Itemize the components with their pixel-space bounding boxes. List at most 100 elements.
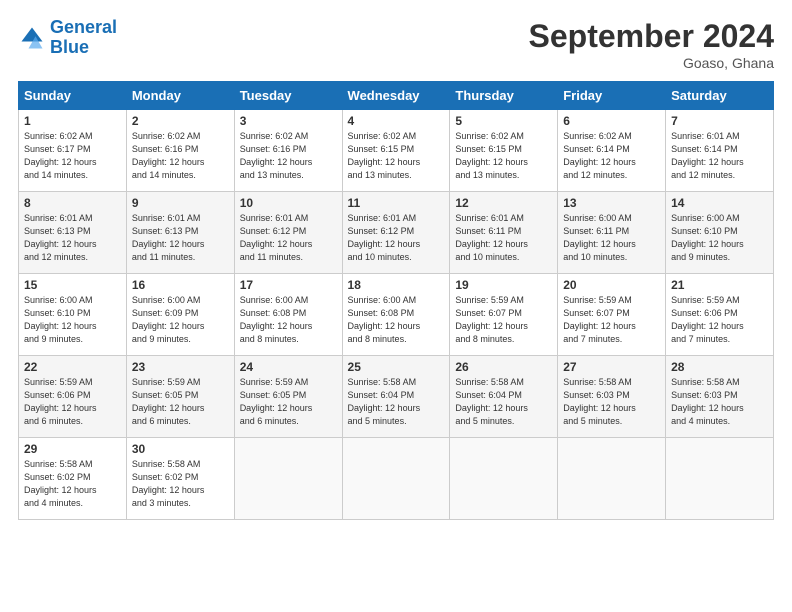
day-info: Sunrise: 5:59 AM Sunset: 6:05 PM Dayligh… — [132, 376, 229, 428]
day-info: Sunrise: 5:59 AM Sunset: 6:07 PM Dayligh… — [563, 294, 660, 346]
day-number: 2 — [132, 114, 229, 128]
day-info: Sunrise: 5:59 AM Sunset: 6:05 PM Dayligh… — [240, 376, 337, 428]
day-number: 5 — [455, 114, 552, 128]
day-info: Sunrise: 6:02 AM Sunset: 6:14 PM Dayligh… — [563, 130, 660, 182]
day-number: 23 — [132, 360, 229, 374]
calendar-cell: 18 Sunrise: 6:00 AM Sunset: 6:08 PM Dayli… — [342, 274, 450, 356]
title-block: September 2024 Goaso, Ghana — [529, 18, 774, 71]
page: General Blue September 2024 Goaso, Ghana… — [0, 0, 792, 612]
day-info: Sunrise: 6:02 AM Sunset: 6:17 PM Dayligh… — [24, 130, 121, 182]
day-number: 30 — [132, 442, 229, 456]
logo-icon — [18, 24, 46, 52]
day-number: 15 — [24, 278, 121, 292]
day-number: 1 — [24, 114, 121, 128]
day-info: Sunrise: 5:58 AM Sunset: 6:04 PM Dayligh… — [455, 376, 552, 428]
day-info: Sunrise: 5:58 AM Sunset: 6:03 PM Dayligh… — [563, 376, 660, 428]
day-info: Sunrise: 5:59 AM Sunset: 6:06 PM Dayligh… — [671, 294, 768, 346]
calendar-cell: 12 Sunrise: 6:01 AM Sunset: 6:11 PM Dayli… — [450, 192, 558, 274]
calendar-cell: 28 Sunrise: 5:58 AM Sunset: 6:03 PM Dayli… — [666, 356, 774, 438]
calendar-cell: 19 Sunrise: 5:59 AM Sunset: 6:07 PM Dayli… — [450, 274, 558, 356]
calendar-cell: 1 Sunrise: 6:02 AM Sunset: 6:17 PM Daylig… — [19, 110, 127, 192]
day-number: 10 — [240, 196, 337, 210]
calendar-cell: 21Sunrise: 5:59 AM Sunset: 6:06 PM Dayli… — [666, 274, 774, 356]
day-info: Sunrise: 6:00 AM Sunset: 6:08 PM Dayligh… — [348, 294, 445, 346]
calendar-cell — [558, 438, 666, 520]
day-info: Sunrise: 6:00 AM Sunset: 6:11 PM Dayligh… — [563, 212, 660, 264]
col-tuesday: Tuesday — [234, 82, 342, 110]
day-number: 27 — [563, 360, 660, 374]
day-number: 24 — [240, 360, 337, 374]
col-friday: Friday — [558, 82, 666, 110]
day-number: 13 — [563, 196, 660, 210]
calendar-table: Sunday Monday Tuesday Wednesday Thursday… — [18, 81, 774, 520]
day-info: Sunrise: 6:01 AM Sunset: 6:13 PM Dayligh… — [132, 212, 229, 264]
day-info: Sunrise: 6:02 AM Sunset: 6:16 PM Dayligh… — [132, 130, 229, 182]
day-info: Sunrise: 5:59 AM Sunset: 6:07 PM Dayligh… — [455, 294, 552, 346]
day-number: 7 — [671, 114, 768, 128]
day-number: 22 — [24, 360, 121, 374]
day-number: 4 — [348, 114, 445, 128]
day-info: Sunrise: 5:59 AM Sunset: 6:06 PM Dayligh… — [24, 376, 121, 428]
day-info: Sunrise: 6:00 AM Sunset: 6:10 PM Dayligh… — [671, 212, 768, 264]
month-title: September 2024 — [529, 18, 774, 55]
col-wednesday: Wednesday — [342, 82, 450, 110]
day-number: 17 — [240, 278, 337, 292]
calendar-cell: 2 Sunrise: 6:02 AM Sunset: 6:16 PM Daylig… — [126, 110, 234, 192]
day-number: 28 — [671, 360, 768, 374]
calendar-cell: 8 Sunrise: 6:01 AM Sunset: 6:13 PM Daylig… — [19, 192, 127, 274]
calendar-week-row-3: 15 Sunrise: 6:00 AM Sunset: 6:10 PM Dayli… — [19, 274, 774, 356]
day-info: Sunrise: 5:58 AM Sunset: 6:02 PM Dayligh… — [24, 458, 121, 510]
calendar-cell: 30 Sunrise: 5:58 AM Sunset: 6:02 PM Dayli… — [126, 438, 234, 520]
day-info: Sunrise: 6:01 AM Sunset: 6:14 PM Dayligh… — [671, 130, 768, 182]
calendar-cell — [342, 438, 450, 520]
logo-text: General — [50, 18, 117, 38]
day-number: 8 — [24, 196, 121, 210]
col-sunday: Sunday — [19, 82, 127, 110]
calendar-cell: 6Sunrise: 6:02 AM Sunset: 6:14 PM Daylig… — [558, 110, 666, 192]
day-info: Sunrise: 6:01 AM Sunset: 6:12 PM Dayligh… — [240, 212, 337, 264]
col-thursday: Thursday — [450, 82, 558, 110]
day-info: Sunrise: 6:01 AM Sunset: 6:13 PM Dayligh… — [24, 212, 121, 264]
calendar-cell: 7 Sunrise: 6:01 AM Sunset: 6:14 PM Daylig… — [666, 110, 774, 192]
calendar-cell: 20 Sunrise: 5:59 AM Sunset: 6:07 PM Dayli… — [558, 274, 666, 356]
day-number: 25 — [348, 360, 445, 374]
col-saturday: Saturday — [666, 82, 774, 110]
calendar-cell — [234, 438, 342, 520]
day-number: 19 — [455, 278, 552, 292]
day-info: Sunrise: 5:58 AM Sunset: 6:02 PM Dayligh… — [132, 458, 229, 510]
day-info: Sunrise: 5:58 AM Sunset: 6:03 PM Dayligh… — [671, 376, 768, 428]
calendar-cell: 14 Sunrise: 6:00 AM Sunset: 6:10 PM Dayli… — [666, 192, 774, 274]
calendar-header-row: Sunday Monday Tuesday Wednesday Thursday… — [19, 82, 774, 110]
day-info: Sunrise: 6:01 AM Sunset: 6:11 PM Dayligh… — [455, 212, 552, 264]
col-monday: Monday — [126, 82, 234, 110]
day-info: Sunrise: 6:00 AM Sunset: 6:08 PM Dayligh… — [240, 294, 337, 346]
calendar-cell — [666, 438, 774, 520]
day-number: 18 — [348, 278, 445, 292]
day-number: 26 — [455, 360, 552, 374]
calendar-cell: 4 Sunrise: 6:02 AM Sunset: 6:15 PM Daylig… — [342, 110, 450, 192]
day-info: Sunrise: 6:00 AM Sunset: 6:09 PM Dayligh… — [132, 294, 229, 346]
calendar-cell: 17 Sunrise: 6:00 AM Sunset: 6:08 PM Dayli… — [234, 274, 342, 356]
calendar-cell: 15 Sunrise: 6:00 AM Sunset: 6:10 PM Dayli… — [19, 274, 127, 356]
day-number: 20 — [563, 278, 660, 292]
day-info: Sunrise: 6:00 AM Sunset: 6:10 PM Dayligh… — [24, 294, 121, 346]
logo: General Blue — [18, 18, 117, 58]
day-info: Sunrise: 6:01 AM Sunset: 6:12 PM Dayligh… — [348, 212, 445, 264]
calendar-cell: 5 Sunrise: 6:02 AM Sunset: 6:15 PM Daylig… — [450, 110, 558, 192]
calendar-week-row-1: 1 Sunrise: 6:02 AM Sunset: 6:17 PM Daylig… — [19, 110, 774, 192]
calendar-week-row-2: 8 Sunrise: 6:01 AM Sunset: 6:13 PM Daylig… — [19, 192, 774, 274]
calendar-week-row-5: 29 Sunrise: 5:58 AM Sunset: 6:02 PM Dayli… — [19, 438, 774, 520]
calendar-cell: 16 Sunrise: 6:00 AM Sunset: 6:09 PM Dayli… — [126, 274, 234, 356]
day-number: 14 — [671, 196, 768, 210]
day-info: Sunrise: 6:02 AM Sunset: 6:15 PM Dayligh… — [348, 130, 445, 182]
calendar-week-row-4: 22 Sunrise: 5:59 AM Sunset: 6:06 PM Dayli… — [19, 356, 774, 438]
calendar-cell: 24 Sunrise: 5:59 AM Sunset: 6:05 PM Dayli… — [234, 356, 342, 438]
day-number: 12 — [455, 196, 552, 210]
day-info: Sunrise: 6:02 AM Sunset: 6:15 PM Dayligh… — [455, 130, 552, 182]
day-number: 29 — [24, 442, 121, 456]
calendar-cell: 3Sunrise: 6:02 AM Sunset: 6:16 PM Daylig… — [234, 110, 342, 192]
day-number: 16 — [132, 278, 229, 292]
calendar-cell: 9Sunrise: 6:01 AM Sunset: 6:13 PM Daylig… — [126, 192, 234, 274]
calendar-cell: 27 Sunrise: 5:58 AM Sunset: 6:03 PM Dayli… — [558, 356, 666, 438]
calendar-cell: 22 Sunrise: 5:59 AM Sunset: 6:06 PM Dayli… — [19, 356, 127, 438]
